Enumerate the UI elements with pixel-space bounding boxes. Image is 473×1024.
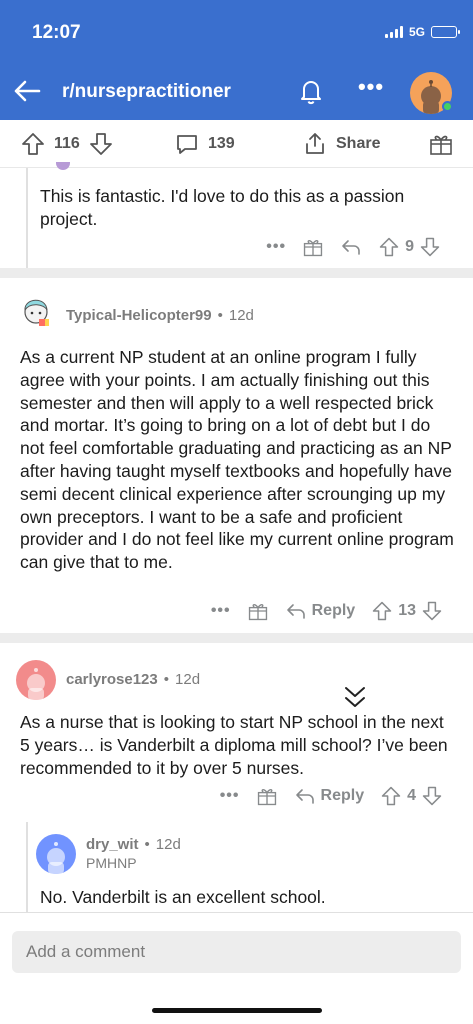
vote-group: 4 xyxy=(380,785,443,807)
comments-button[interactable]: 139 xyxy=(174,131,235,157)
vote-score: 4 xyxy=(407,787,416,804)
reply-icon[interactable] xyxy=(340,236,362,258)
comment-count: 139 xyxy=(208,134,235,152)
bell-icon[interactable] xyxy=(296,76,326,106)
award-icon[interactable] xyxy=(247,600,269,622)
reply-button[interactable]: Reply xyxy=(294,785,365,807)
collapse-icon[interactable] xyxy=(340,684,370,712)
more-icon[interactable]: ••• xyxy=(356,76,386,106)
subreddit-title[interactable]: r/nursepractitioner xyxy=(62,81,231,103)
reply-label: Reply xyxy=(311,602,356,619)
downvote-icon[interactable] xyxy=(421,785,443,807)
thread-line[interactable] xyxy=(26,822,28,912)
vote-group: 13 xyxy=(371,600,443,622)
reply-icon xyxy=(295,789,314,804)
share-label: Share xyxy=(336,134,381,152)
comment-body: As a current NP student at an online pro… xyxy=(20,347,454,573)
upvote-count: 116 xyxy=(54,134,80,152)
comment-composer: Add a comment xyxy=(0,912,473,1024)
signal-icon xyxy=(384,26,403,38)
vote-group: 9 xyxy=(378,236,441,258)
status-indicators: 5G xyxy=(384,25,460,39)
comment-actions: ••• Reply 13 xyxy=(211,600,443,622)
network-label: 5G xyxy=(408,25,425,39)
comment-actions: ••• 9 xyxy=(266,236,441,258)
comment-icon xyxy=(177,134,197,154)
upvote-icon[interactable] xyxy=(20,131,46,157)
avatar[interactable] xyxy=(16,660,56,700)
post-action-bar: 116 139 Share xyxy=(0,120,473,168)
reply-label: Reply xyxy=(320,787,365,804)
comment-meta: Typical-Helicopter99 • 12d xyxy=(66,307,254,324)
avatar[interactable] xyxy=(16,292,56,332)
vote-group: 116 xyxy=(20,131,114,157)
award-icon[interactable] xyxy=(302,236,324,258)
comment-divider xyxy=(0,268,473,278)
comment-body: As a nurse that is looking to start NP s… xyxy=(20,712,448,778)
comment-body: No. Vanderbilt is an excellent school. xyxy=(40,887,326,907)
comment-author[interactable]: dry_wit xyxy=(86,836,139,853)
status-time: 12:07 xyxy=(32,22,81,43)
comment-author[interactable]: Typical-Helicopter99 xyxy=(66,307,212,324)
comment-meta: dry_wit • 12d xyxy=(86,836,181,853)
avatar xyxy=(56,162,70,170)
upvote-icon[interactable] xyxy=(371,600,393,622)
vote-score: 13 xyxy=(398,602,416,619)
comment-author[interactable]: carlyrose123 xyxy=(66,671,158,688)
share-icon xyxy=(306,132,324,154)
meta-separator: • xyxy=(217,307,223,324)
downvote-icon[interactable] xyxy=(88,131,114,157)
upvote-icon[interactable] xyxy=(380,785,402,807)
vote-score: 9 xyxy=(405,238,414,255)
add-comment-input[interactable]: Add a comment xyxy=(12,931,461,973)
award-icon[interactable] xyxy=(428,131,454,157)
comment-age: 12d xyxy=(228,307,254,324)
home-indicator xyxy=(152,1008,322,1013)
upvote-icon[interactable] xyxy=(378,236,400,258)
more-options-icon[interactable]: ••• xyxy=(220,787,240,805)
comment-meta: carlyrose123 • 12d xyxy=(66,671,200,688)
subreddit-header: r/nursepractitioner ••• xyxy=(0,62,473,120)
comment-card: This is fantastic. I'd love to do this a… xyxy=(0,162,473,268)
more-options-icon[interactable]: ••• xyxy=(211,602,231,620)
comment-divider xyxy=(0,633,473,643)
back-arrow-icon[interactable] xyxy=(12,76,42,106)
award-icon[interactable] xyxy=(256,785,278,807)
meta-separator: • xyxy=(163,671,170,688)
online-indicator xyxy=(442,101,453,112)
avatar[interactable] xyxy=(36,834,76,874)
user-flair: PMHNP xyxy=(86,855,137,871)
share-button[interactable]: Share xyxy=(302,131,380,157)
meta-separator: • xyxy=(144,836,150,853)
comment-age: 12d xyxy=(175,671,201,688)
downvote-icon[interactable] xyxy=(419,236,441,258)
thread-line[interactable] xyxy=(26,168,28,268)
battery-icon xyxy=(431,26,460,38)
comment-actions: ••• Reply 4 xyxy=(220,785,443,807)
downvote-icon[interactable] xyxy=(421,600,443,622)
comment-body: This is fantastic. I'd love to do this a… xyxy=(40,186,405,229)
status-bar: 12:07 5G xyxy=(0,0,473,62)
reply-button[interactable]: Reply xyxy=(285,600,356,622)
comment-age: 12d xyxy=(155,836,181,853)
more-options-icon[interactable]: ••• xyxy=(266,238,286,256)
reply-icon xyxy=(286,604,305,619)
